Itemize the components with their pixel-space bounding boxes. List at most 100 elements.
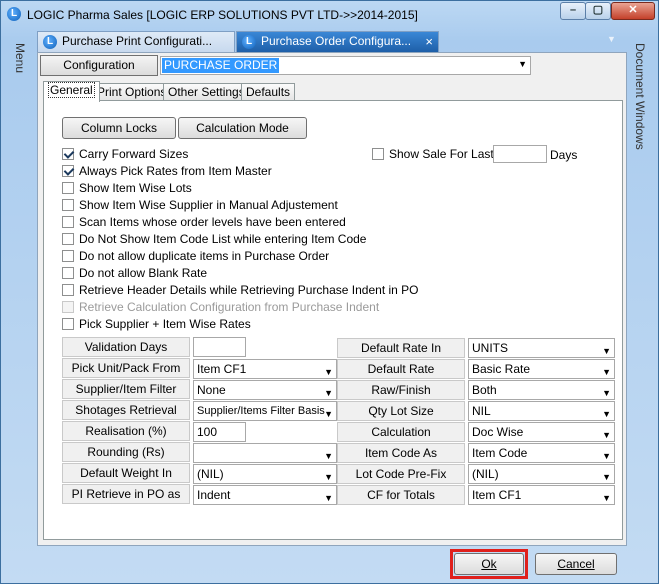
qty-lot-size-select[interactable]: NIL ▼ [468, 401, 615, 421]
app-window: L LOGIC Pharma Sales [LOGIC ERP SOLUTION… [0, 0, 659, 584]
pi-retrieve-in-po-select[interactable]: Indent ▼ [193, 485, 337, 505]
supplier-item-filter-label: Supplier/Item Filter [62, 379, 190, 399]
cancel-button[interactable]: Cancel [535, 553, 617, 575]
checkbox-box [62, 301, 74, 313]
title-bar: L LOGIC Pharma Sales [LOGIC ERP SOLUTION… [1, 1, 658, 29]
chevron-down-icon: ▼ [602, 409, 611, 419]
realisation-label: Realisation (%) [62, 421, 190, 441]
cf-for-totals-label: CF for Totals [337, 485, 465, 505]
cf-for-totals-select[interactable]: Item CF1 ▼ [468, 485, 615, 505]
checkbox-carry-forward-sizes[interactable]: Carry Forward Sizes [62, 146, 188, 162]
rounding-select[interactable]: ▼ [193, 443, 337, 463]
chevron-down-icon: ▼ [324, 493, 333, 503]
lot-code-prefix-label: Lot Code Pre-Fix [337, 464, 465, 484]
raw-finish-label: Raw/Finish [337, 380, 465, 400]
calculation-mode-button[interactable]: Calculation Mode [178, 117, 307, 139]
checkbox-label: Pick Supplier + Item Wise Rates [79, 317, 251, 331]
pick-unit-pack-label: Pick Unit/Pack From [62, 358, 190, 378]
chevron-down-icon: ▼ [602, 430, 611, 440]
checkbox-box[interactable] [62, 216, 74, 228]
item-code-as-select[interactable]: Item Code ▼ [468, 443, 615, 463]
default-weight-in-select[interactable]: (NIL) ▼ [193, 464, 337, 484]
checkbox-scan-items-order-levels[interactable]: Scan Items whose order levels have been … [62, 214, 346, 230]
days-unit-label: Days [550, 148, 578, 162]
show-sale-days-input[interactable] [493, 145, 547, 163]
tab-purchase-order-configuration[interactable]: L Purchase Order Configura... × [236, 31, 439, 52]
default-rate-label: Default Rate [337, 359, 465, 379]
checkbox-box[interactable] [372, 148, 384, 160]
checkbox-retrieve-calculation-configuration: Retrieve Calculation Configuration from … [62, 299, 379, 315]
pick-unit-pack-select[interactable]: Item CF1 ▼ [193, 359, 337, 379]
chevron-down-icon: ▼ [518, 59, 527, 69]
default-rate-in-select[interactable]: UNITS ▼ [468, 338, 615, 358]
default-rate-in-label: Default Rate In [337, 338, 465, 358]
shotages-retrieval-select[interactable]: Supplier/Items Filter Basis ▼ [193, 401, 337, 421]
checkbox-label: Do Not Show Item Code List while enterin… [79, 232, 367, 246]
default-rate-select[interactable]: Basic Rate ▼ [468, 359, 615, 379]
configuration-select[interactable]: PURCHASE ORDER ▼ [160, 56, 531, 75]
checkbox-box[interactable] [62, 318, 74, 330]
maximize-button[interactable]: ▢ [585, 2, 611, 20]
document-windows-side-panel[interactable]: Document Windows [629, 35, 651, 555]
tab-general[interactable]: General [43, 81, 100, 102]
general-tab-panel: Column Locks Calculation Mode Show Sale … [43, 100, 623, 540]
checkbox-box[interactable] [62, 148, 74, 160]
tab-defaults[interactable]: Defaults [241, 83, 296, 101]
show-sale-for-last-checkbox[interactable]: Show Sale For Last [372, 146, 494, 162]
menu-side-panel[interactable]: Menu [9, 35, 31, 555]
rounding-label: Rounding (Rs) [62, 442, 190, 462]
column-locks-button[interactable]: Column Locks [62, 117, 176, 139]
checkbox-retrieve-header-details[interactable]: Retrieve Header Details while Retrieving… [62, 282, 419, 298]
chevron-down-icon: ▼ [324, 388, 333, 398]
checkbox-label: Retrieve Header Details while Retrieving… [79, 283, 419, 297]
tab-print-options[interactable]: Print Options [92, 83, 172, 101]
default-weight-in-label: Default Weight In [62, 463, 190, 483]
validation-days-label: Validation Days [62, 337, 190, 357]
checkbox-do-not-show-item-code-list[interactable]: Do Not Show Item Code List while enterin… [62, 231, 366, 247]
checkbox-label: Show Item Wise Lots [79, 181, 192, 195]
logic-logo-icon: L [242, 35, 256, 49]
validation-days-input[interactable] [193, 337, 246, 357]
tab-purchase-print-configuration[interactable]: L Purchase Print Configurati... [37, 31, 235, 52]
logic-logo-icon: L [43, 35, 57, 49]
realisation-input[interactable]: 100 [193, 422, 246, 442]
minimize-button[interactable]: – [560, 2, 586, 20]
chevron-down-icon: ▼ [602, 346, 611, 356]
checkbox-box[interactable] [62, 284, 74, 296]
calculation-select[interactable]: Doc Wise ▼ [468, 422, 615, 442]
checkbox-show-item-wise-supplier[interactable]: Show Item Wise Supplier in Manual Adjust… [62, 197, 338, 213]
item-code-as-label: Item Code As [337, 443, 465, 463]
document-windows-label: Document Windows [633, 43, 647, 150]
qty-lot-size-label: Qty Lot Size [337, 401, 465, 421]
tab-list-dropdown-icon[interactable]: ▼ [607, 34, 616, 44]
checkbox-label: Scan Items whose order levels have been … [79, 215, 346, 229]
checkbox-show-item-wise-lots[interactable]: Show Item Wise Lots [62, 180, 192, 196]
chevron-down-icon: ▼ [602, 388, 611, 398]
checkbox-box[interactable] [62, 267, 74, 279]
menu-label: Menu [13, 43, 27, 74]
tab-label: Purchase Print Configurati... [62, 34, 213, 48]
calculation-label: Calculation [337, 422, 465, 442]
checkbox-box[interactable] [62, 233, 74, 245]
chevron-down-icon: ▼ [324, 409, 333, 419]
checkbox-box[interactable] [62, 250, 74, 262]
ok-button[interactable]: Ok [454, 553, 524, 575]
tab-close-icon[interactable]: × [425, 32, 433, 51]
checkbox-always-pick-rates[interactable]: Always Pick Rates from Item Master [62, 163, 272, 179]
checkbox-no-duplicate-items[interactable]: Do not allow duplicate items in Purchase… [62, 248, 329, 264]
close-window-button[interactable]: ✕ [611, 2, 655, 20]
window-title: LOGIC Pharma Sales [LOGIC ERP SOLUTIONS … [27, 8, 418, 22]
checkbox-pick-supplier-item-wise-rates[interactable]: Pick Supplier + Item Wise Rates [62, 316, 251, 332]
checkbox-box[interactable] [62, 199, 74, 211]
checkbox-box[interactable] [62, 182, 74, 194]
checkbox-label: Always Pick Rates from Item Master [79, 164, 272, 178]
settings-tabs: General Print Options Other Settings Def… [43, 81, 623, 102]
checkbox-no-blank-rate[interactable]: Do not allow Blank Rate [62, 265, 207, 281]
tab-other-settings[interactable]: Other Settings [163, 83, 250, 101]
lot-code-prefix-select[interactable]: (NIL) ▼ [468, 464, 615, 484]
raw-finish-select[interactable]: Both ▼ [468, 380, 615, 400]
checkbox-label: Do not allow Blank Rate [79, 266, 208, 280]
checkbox-box[interactable] [62, 165, 74, 177]
supplier-item-filter-select[interactable]: None ▼ [193, 380, 337, 400]
chevron-down-icon: ▼ [602, 472, 611, 482]
